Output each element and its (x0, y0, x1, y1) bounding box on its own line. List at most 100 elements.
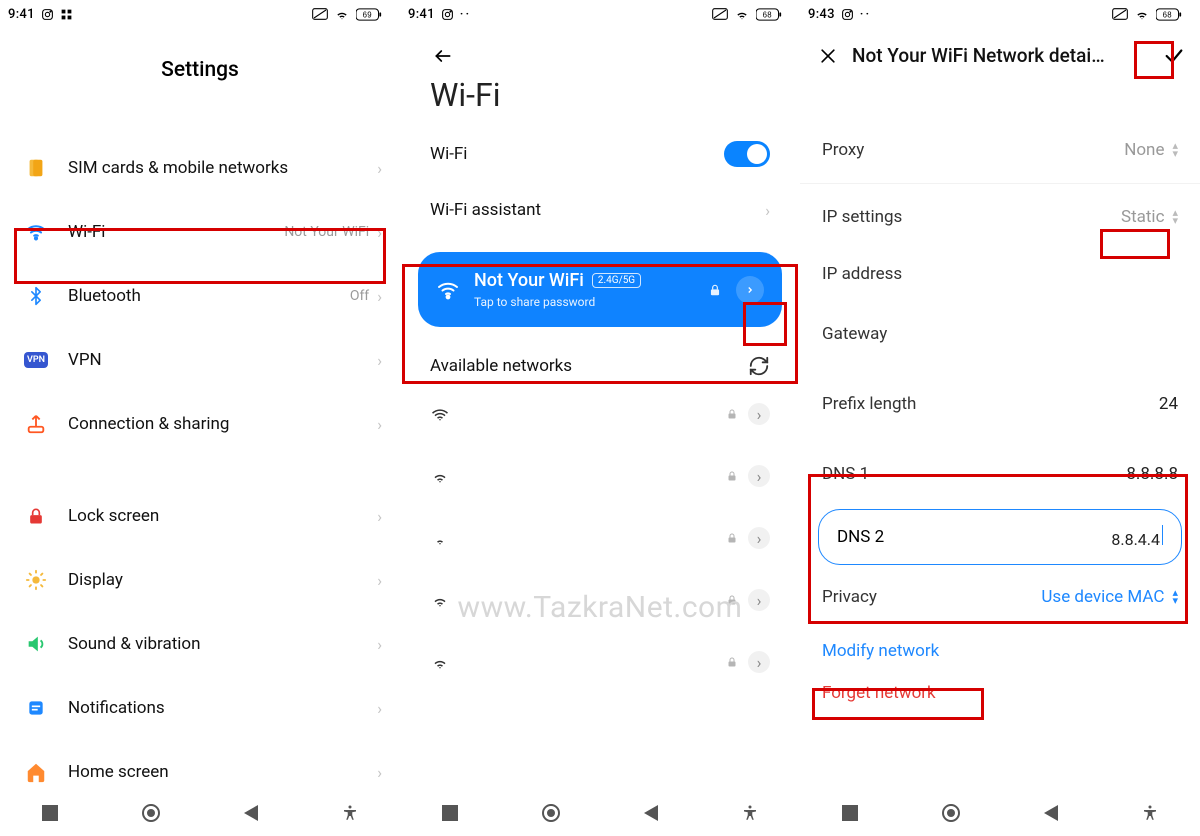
connected-network-card[interactable]: Not Your WiFi 2.4G/5G Tap to share passw… (418, 252, 782, 327)
wifi-icon (430, 404, 456, 424)
row-label: Wi-Fi (430, 144, 724, 164)
available-network-row[interactable]: › (400, 569, 800, 631)
chevron-right-icon[interactable]: › (748, 465, 770, 487)
notifications-icon (18, 698, 54, 718)
wifi-status-icon (734, 8, 750, 20)
field-value: 24 (1159, 394, 1178, 414)
status-time: 9:41 (408, 7, 435, 22)
lock-icon (708, 282, 722, 298)
chevron-right-icon[interactable]: › (748, 589, 770, 611)
chevron-right-icon: › (377, 763, 382, 782)
battery-icon: 69 (356, 8, 382, 21)
chevron-right-icon: › (377, 287, 382, 306)
wifi-icon (430, 590, 456, 610)
chevron-right-icon[interactable]: › (748, 651, 770, 673)
page-title: Wi-Fi (400, 66, 800, 126)
details-arrow-button[interactable] (736, 276, 764, 304)
svg-text:68: 68 (763, 10, 772, 19)
wifi-toggle-row[interactable]: Wi-Fi (400, 126, 800, 182)
chevron-right-icon[interactable]: › (748, 527, 770, 549)
screen-settings: 9:41 69 Settings SIM cards & mobile netw… (0, 0, 400, 836)
row-label: Display (68, 570, 377, 590)
wifi-icon (430, 528, 456, 548)
status-bar: 9:41 ·· 68 (400, 0, 800, 28)
wifi-status-icon (1134, 8, 1150, 20)
confirm-button[interactable] (1162, 45, 1186, 67)
row-notifications[interactable]: Notifications › (0, 676, 400, 740)
nav-home-icon[interactable] (941, 803, 961, 823)
field-ip-address[interactable]: IP address (800, 249, 1200, 299)
refresh-button[interactable] (748, 355, 770, 377)
field-value: 8.8.4.4 (1111, 525, 1163, 549)
nav-back-icon[interactable] (1044, 805, 1058, 821)
close-button[interactable] (818, 46, 838, 66)
available-network-row[interactable]: › (400, 631, 800, 693)
row-vpn[interactable]: VPN VPN › (0, 328, 400, 392)
status-time: 9:41 (8, 7, 35, 22)
chevron-right-icon: › (377, 223, 382, 242)
nav-accessibility-icon[interactable] (741, 804, 759, 822)
row-display[interactable]: Display › (0, 548, 400, 612)
wifi-toggle[interactable] (724, 141, 770, 167)
nav-accessibility-icon[interactable] (341, 804, 359, 822)
wifi-icon (430, 466, 456, 486)
lock-icon (726, 531, 738, 545)
forget-network-link[interactable]: Forget network (800, 673, 1200, 713)
wifi-assistant-row[interactable]: Wi-Fi assistant › (400, 182, 800, 238)
apps-icon (60, 8, 73, 21)
field-privacy[interactable]: Privacy Use device MAC▴▾ (800, 565, 1200, 629)
field-label: Gateway (822, 324, 1178, 344)
field-label: IP settings (822, 207, 1121, 227)
page-title: Settings (0, 58, 400, 82)
nav-home-icon[interactable] (541, 803, 561, 823)
field-gateway[interactable]: Gateway (800, 299, 1200, 369)
nav-home-icon[interactable] (141, 803, 161, 823)
sound-icon (18, 633, 54, 655)
row-wifi[interactable]: Wi-Fi Not Your WiFi › (0, 200, 400, 264)
row-value: Off (350, 288, 369, 304)
status-bar: 9:41 69 (0, 0, 400, 28)
nav-back-icon[interactable] (644, 805, 658, 821)
nav-recents-icon[interactable] (842, 805, 858, 821)
row-bluetooth[interactable]: Bluetooth Off › (0, 264, 400, 328)
row-label: Bluetooth (68, 286, 350, 306)
page-title: Not Your WiFi Network detai… (852, 44, 1148, 67)
nav-back-icon[interactable] (244, 805, 258, 821)
field-dns2[interactable]: DNS 2 8.8.4.4 (818, 509, 1182, 565)
back-button[interactable] (400, 28, 800, 66)
lock-icon (726, 655, 738, 669)
chevron-right-icon: › (377, 415, 382, 434)
instagram-icon (441, 8, 454, 21)
no-sim-icon (1112, 8, 1128, 20)
status-bar: 9:43 ·· 68 (800, 0, 1200, 28)
field-proxy[interactable]: Proxy None▴▾ (800, 117, 1200, 183)
chevron-right-icon[interactable]: › (748, 403, 770, 425)
field-label: Privacy (822, 587, 1041, 607)
field-label: IP address (822, 264, 1178, 284)
field-label: Prefix length (822, 394, 1159, 414)
field-value: None▴▾ (1124, 140, 1178, 160)
nav-recents-icon[interactable] (442, 805, 458, 821)
screen-network-details: 9:43 ·· 68 Not Your WiFi Network detai… … (800, 0, 1200, 836)
nav-recents-icon[interactable] (42, 805, 58, 821)
field-dns1[interactable]: DNS 1 8.8.8.8 (800, 439, 1200, 509)
available-network-row[interactable]: › (400, 383, 800, 445)
available-network-row[interactable]: › (400, 507, 800, 569)
nav-bar (800, 790, 1200, 836)
sim-icon (18, 157, 54, 179)
row-label: SIM cards & mobile networks (68, 158, 377, 178)
row-connection-sharing[interactable]: Connection & sharing › (0, 392, 400, 456)
field-ip-settings[interactable]: IP settings Static▴▾ (800, 183, 1200, 249)
modify-network-link[interactable]: Modify network (800, 629, 1200, 673)
dots-icon: ·· (860, 7, 871, 22)
available-network-row[interactable]: › (400, 445, 800, 507)
chevron-right-icon: › (377, 571, 382, 590)
row-sim[interactable]: SIM cards & mobile networks › (0, 136, 400, 200)
connected-sub: Tap to share password (474, 295, 694, 309)
row-lock-screen[interactable]: Lock screen › (0, 484, 400, 548)
field-value: Static▴▾ (1121, 207, 1178, 227)
field-prefix-length[interactable]: Prefix length 24 (800, 369, 1200, 439)
row-sound[interactable]: Sound & vibration › (0, 612, 400, 676)
field-label: DNS 1 (822, 464, 1126, 484)
nav-accessibility-icon[interactable] (1141, 804, 1159, 822)
